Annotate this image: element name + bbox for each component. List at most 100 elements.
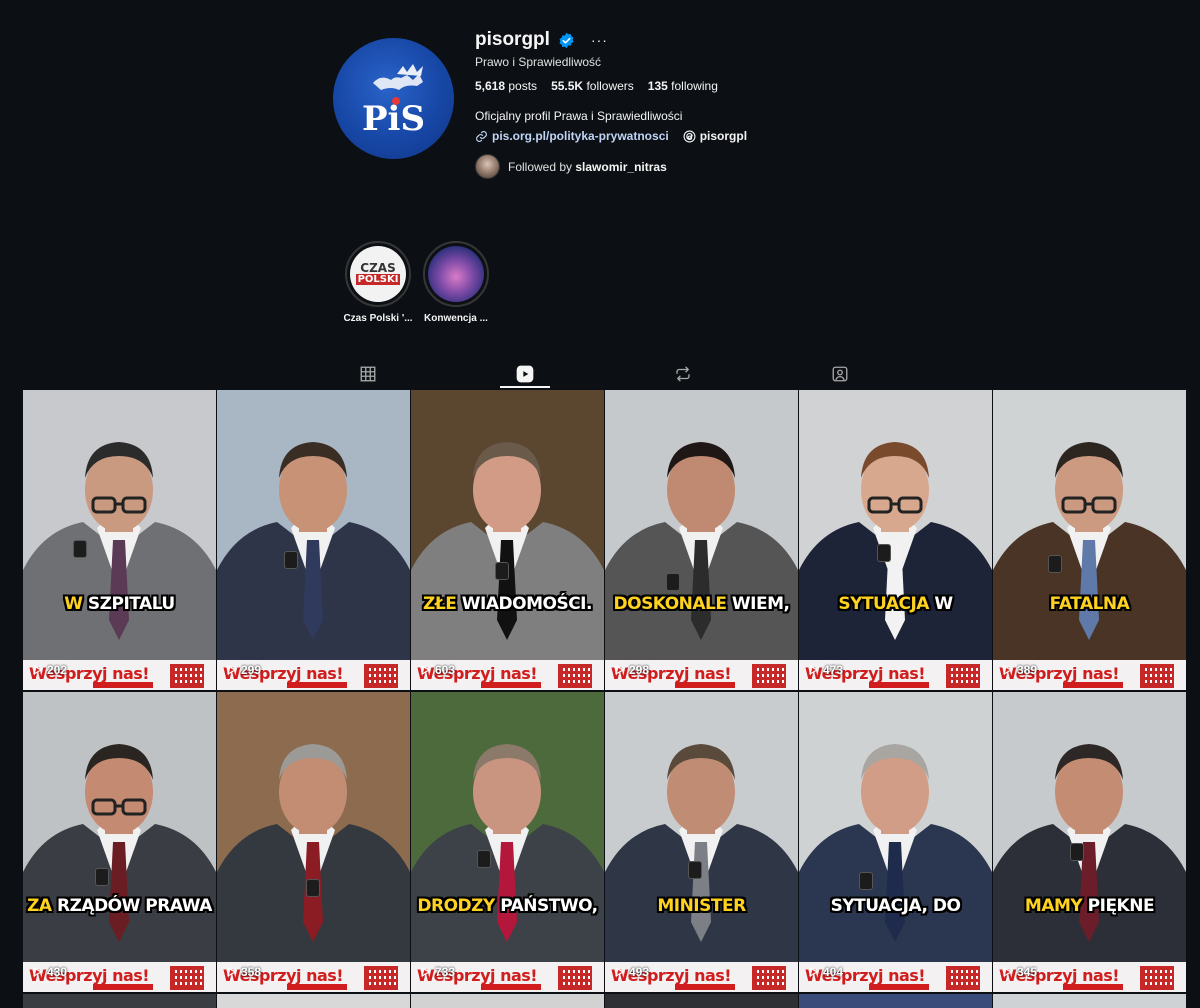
active-tab-indicator [500, 386, 550, 388]
reel-caption: W SZPITALU [64, 594, 175, 614]
qr-code-icon [752, 664, 786, 688]
tagged-icon [832, 366, 848, 382]
reel-thumbnail [605, 744, 798, 992]
reel-tile[interactable]: Wesprzyj nas! 358 [217, 692, 410, 992]
play-outline-icon [1003, 967, 1012, 977]
reel-thumbnail [411, 442, 604, 690]
view-count: 202 [31, 663, 67, 677]
tab-posts[interactable] [356, 362, 380, 386]
lapel-mic [1070, 843, 1084, 861]
followed-by[interactable]: Followed by slawomir_nitras [475, 154, 667, 179]
reel-tile[interactable] [217, 994, 410, 1008]
qr-code-icon [170, 664, 204, 688]
reel-caption: MINISTER [657, 896, 746, 916]
tab-reels[interactable] [513, 362, 537, 386]
highlight-label: Czas Polski '... [343, 313, 413, 324]
reel-tile[interactable]: Wesprzyj nas! 299 [217, 390, 410, 690]
reel-thumbnail [993, 744, 1186, 992]
view-count: 430 [31, 965, 67, 979]
reel-tile[interactable]: SYTUACJA W Wesprzyj nas! 473 [799, 390, 992, 690]
reel-thumbnail [411, 744, 604, 992]
lapel-mic [495, 562, 509, 580]
reel-thumbnail [799, 744, 992, 992]
lapel-mic [666, 573, 680, 591]
view-count: 603 [419, 663, 455, 677]
reel-tile[interactable] [799, 994, 992, 1008]
pis-logo: PiS [362, 64, 425, 139]
profile-avatar[interactable]: PiS [333, 38, 454, 159]
play-outline-icon [227, 665, 236, 675]
grid-icon [360, 366, 376, 382]
play-outline-icon [227, 967, 236, 977]
reel-tile[interactable] [411, 994, 604, 1008]
reel-caption: SYTUACJA W [838, 594, 953, 614]
reel-tile[interactable]: FATALNA Wesprzyj nas! 389 [993, 390, 1186, 690]
followers-stat[interactable]: 55.5K followers [551, 79, 634, 93]
profile-stats: 5,618 posts 55.5K followers 135 followin… [475, 79, 718, 93]
reel-tile[interactable]: DOSKONALE WIEM, Wesprzyj nas! 298 [605, 390, 798, 690]
reel-tile[interactable] [605, 994, 798, 1008]
view-count: 358 [225, 965, 261, 979]
reel-thumbnail [993, 442, 1186, 690]
play-outline-icon [1003, 665, 1012, 675]
reel-tile[interactable]: DRODZY PAŃSTWO, Wesprzyj nas! 733 [411, 692, 604, 992]
view-count: 299 [225, 663, 261, 677]
threads-link[interactable]: pisorgpl [683, 129, 747, 143]
reels-icon [516, 365, 534, 383]
reel-caption: MAMY PIĘKNE [1024, 896, 1155, 916]
view-count: 473 [807, 663, 843, 677]
lapel-mic [1048, 555, 1062, 573]
play-outline-icon [615, 967, 624, 977]
reel-tile[interactable]: W SZPITALU Wesprzyj nas! 202 [23, 390, 216, 690]
more-options-icon[interactable]: ··· [591, 32, 608, 48]
play-outline-icon [33, 665, 42, 675]
view-count: 493 [613, 965, 649, 979]
lapel-mic [284, 551, 298, 569]
play-outline-icon [421, 967, 430, 977]
highlight-konwencja[interactable]: Konwencja ... [421, 241, 491, 324]
follower-avatar [475, 154, 500, 179]
threads-icon [683, 130, 696, 142]
qr-code-icon [364, 966, 398, 990]
tab-tagged[interactable] [828, 362, 852, 386]
reel-tile[interactable]: SYTUACJA, DO Wesprzyj nas! 404 [799, 692, 992, 992]
lapel-mic [877, 544, 891, 562]
reel-caption: DOSKONALE WIEM, [613, 594, 790, 614]
reel-caption: FATALNA [1049, 594, 1130, 614]
website-link[interactable]: pis.org.pl/polityka-prywatnosci [475, 129, 669, 143]
reel-caption: ZA RZĄDÓW PRAWA [27, 896, 212, 916]
reel-thumbnail [23, 442, 216, 690]
play-outline-icon [809, 967, 818, 977]
qr-code-icon [752, 966, 786, 990]
play-outline-icon [615, 665, 624, 675]
reel-tile[interactable]: MINISTER Wesprzyj nas! 493 [605, 692, 798, 992]
reel-tile[interactable]: MAMY PIĘKNE Wesprzyj nas! 345 [993, 692, 1186, 992]
lapel-mic [859, 872, 873, 890]
verified-badge-icon [559, 32, 574, 48]
view-count: 389 [1001, 663, 1037, 677]
reel-tile[interactable] [23, 994, 216, 1008]
highlight-cover [428, 246, 484, 302]
lapel-mic [306, 879, 320, 897]
highlight-cover: CZAS POLSKI [350, 246, 406, 302]
reel-thumbnail [217, 442, 410, 690]
qr-code-icon [946, 966, 980, 990]
reel-tile[interactable]: ZŁE WIADOMOŚCI. Wesprzyj nas! 603 [411, 390, 604, 690]
link-icon [476, 130, 487, 142]
reel-thumbnail [23, 744, 216, 992]
lapel-mic [95, 868, 109, 886]
play-outline-icon [33, 967, 42, 977]
highlight-czas-polski[interactable]: CZAS POLSKI Czas Polski '... [343, 241, 413, 324]
reel-thumbnail [605, 442, 798, 690]
full-name: Prawo i Sprawiedliwość [475, 55, 602, 69]
following-stat[interactable]: 135 following [648, 79, 718, 93]
reel-tile[interactable]: ZA RZĄDÓW PRAWA Wesprzyj nas! 430 [23, 692, 216, 992]
play-outline-icon [809, 665, 818, 675]
qr-code-icon [946, 664, 980, 688]
reel-tile[interactable] [993, 994, 1186, 1008]
tab-reposts[interactable] [671, 362, 695, 386]
qr-code-icon [170, 966, 204, 990]
qr-code-icon [364, 664, 398, 688]
reel-caption: SYTUACJA, DO [830, 896, 961, 916]
qr-code-icon [1140, 966, 1174, 990]
